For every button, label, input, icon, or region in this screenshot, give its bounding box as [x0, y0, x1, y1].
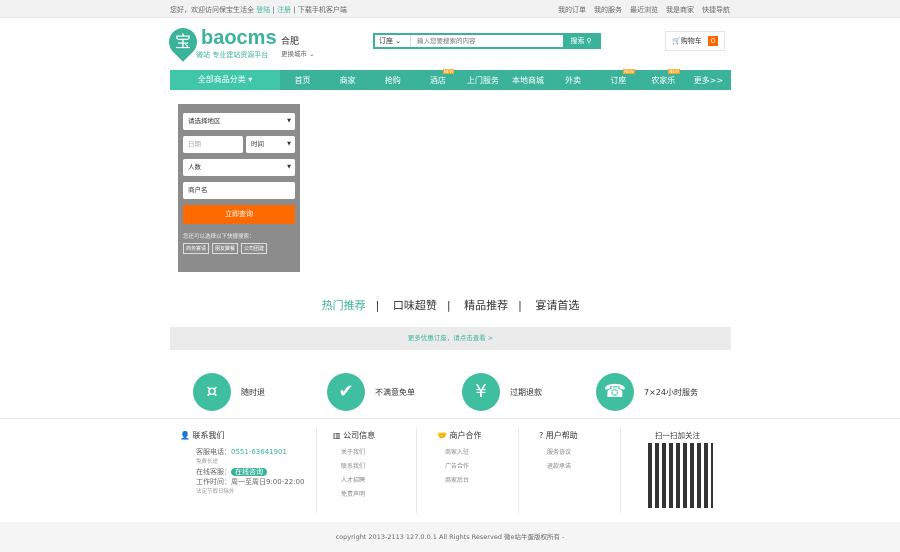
yen-icon: ¥: [462, 373, 500, 411]
query-button[interactable]: 立即查询: [183, 205, 295, 224]
new-badge: NEW: [668, 68, 680, 74]
footer-contact: 👤 联系我们 客服电话：0551-63641901 免费长途 在线客服： 在线咨询…: [180, 431, 305, 495]
new-badge: NEW: [442, 68, 455, 74]
footer-help: ? 用户帮助 服务协议 退款承诺: [539, 431, 578, 470]
footer-link[interactable]: 免责声明: [333, 489, 375, 498]
tab-taste[interactable]: 口味超赞: [393, 299, 437, 312]
footer-divider: [0, 418, 900, 419]
merchant-name-input[interactable]: 商户名: [183, 182, 295, 199]
handshake-icon: 🤝: [437, 431, 447, 440]
building-icon: ▥: [333, 431, 341, 440]
online-chat-button[interactable]: 在线咨询: [231, 468, 267, 476]
region-select[interactable]: 请选择地区 ▼: [183, 113, 295, 130]
footer-company: ▥ 公司信息 关于我们 联系我们 人才招聘 免责声明: [333, 431, 376, 498]
nav-home[interactable]: 首页: [280, 75, 325, 86]
search-type-select[interactable]: 订座 ⌄: [375, 35, 411, 47]
recommend-tabs: 热门推荐 | 口味超赞 | 精品推荐 | 宴请首选: [321, 299, 580, 312]
quick-tag[interactable]: 商务宴请: [183, 243, 210, 254]
cart-button[interactable]: 🛒购物车 0: [665, 31, 725, 51]
feature-24h-service: ☎ 7×24小时服务: [596, 373, 698, 411]
nav-local-mall[interactable]: 本地商城: [505, 75, 550, 86]
nav-merchants[interactable]: 商家: [325, 75, 370, 86]
register-link[interactable]: 注册: [277, 6, 291, 14]
quick-tag[interactable]: 公司团建: [241, 243, 268, 254]
footer-partner: 🤝 商户合作 商家入驻 广告合作 商家后台: [437, 431, 482, 484]
more-deals-link[interactable]: 更多优惠订座，请点击查看 >: [170, 327, 731, 350]
nav-home-service[interactable]: 上门服务: [460, 75, 505, 86]
tab-banquet[interactable]: 宴请首选: [535, 299, 579, 312]
people-select[interactable]: 人数 ▼: [183, 159, 295, 176]
nav-more[interactable]: 更多>>: [686, 75, 731, 86]
nav-reservation[interactable]: 订座 NEW: [596, 68, 641, 86]
copyright: copyright 2013-2113 127.0.0.1 All Rights…: [0, 522, 900, 552]
nav-farmstay[interactable]: 农家乐 NEW: [641, 68, 686, 86]
user-icon: 👤: [180, 431, 190, 440]
welcome-text: 您好，欢迎访问保宝生活全: [170, 6, 254, 14]
document-cancel-icon: ¤: [193, 373, 231, 411]
main-nav: 全部商品分类 ▾ 首页 商家 抢购 酒店 NEW 上门服务 本地商城 外卖 订座 N…: [170, 68, 731, 90]
qr-title: 扫一扫加关注: [655, 431, 700, 440]
brand-name[interactable]: baocms: [201, 27, 277, 50]
recent-link[interactable]: 最近浏览: [630, 5, 658, 15]
merchant-link[interactable]: 我是商家: [666, 5, 694, 15]
search-bar: 订座 ⌄ 搜索 ⚲: [373, 33, 601, 49]
top-bar: 您好，欢迎访问保宝生活全 登陆 | 注册 | 下载手机客户端 我的订单 我的服务…: [0, 0, 900, 18]
current-city: 合肥: [281, 37, 300, 47]
qr-code-icon: [648, 443, 713, 508]
footer-link[interactable]: 联系我们: [333, 461, 375, 470]
footer-link[interactable]: 商家入驻: [437, 447, 482, 456]
quick-search-hint: 您还可以选择以下快捷搜索：: [183, 234, 255, 240]
feature-expired-refund: ¥ 过期退款: [462, 373, 542, 411]
tab-hot[interactable]: 热门推荐: [322, 299, 366, 312]
cart-count: 0: [707, 36, 719, 46]
nav-takeout[interactable]: 外卖: [551, 75, 596, 86]
time-select[interactable]: 时间 ▼: [246, 136, 295, 153]
help-icon: ?: [539, 431, 544, 440]
reservation-form: 请选择地区 ▼ 日期 时间 ▼ 人数 ▼ 商户名 立即查询 您还可以选择以下快捷搜索：…: [178, 104, 300, 272]
date-input[interactable]: 日期: [183, 136, 243, 153]
cart-icon: 🛒: [672, 37, 681, 45]
footer-link[interactable]: 商家后台: [437, 475, 482, 484]
quick-nav-link[interactable]: 快捷导航: [702, 5, 730, 15]
new-badge: NEW: [623, 68, 635, 74]
search-icon: ⚲: [586, 38, 592, 45]
nav-groupbuy[interactable]: 抢购: [370, 75, 415, 86]
footer-link[interactable]: 服务协议: [539, 447, 578, 456]
all-categories-button[interactable]: 全部商品分类 ▾: [170, 70, 280, 90]
footer-link[interactable]: 退款承诺: [539, 461, 578, 470]
app-download-link[interactable]: 下载手机客户端: [298, 6, 347, 14]
check-icon: ✔: [327, 373, 365, 411]
footer-link[interactable]: 人才招聘: [333, 475, 375, 484]
phone-icon: ☎: [596, 373, 634, 411]
my-orders-link[interactable]: 我的订单: [558, 5, 586, 15]
tab-premium[interactable]: 精品推荐: [464, 299, 508, 312]
nav-hotel[interactable]: 酒店 NEW: [415, 68, 460, 86]
phone-number: 0551-63641901: [231, 448, 287, 456]
search-input[interactable]: [411, 35, 563, 47]
feature-satisfaction: ✔ 不满意免单: [327, 373, 415, 411]
footer-link[interactable]: 广告合作: [437, 461, 482, 470]
quick-tag[interactable]: 朋友聚餐: [212, 243, 239, 254]
change-city-link[interactable]: 更换城市 ⌄: [281, 48, 315, 58]
login-link[interactable]: 登陆: [256, 6, 270, 14]
footer-link[interactable]: 关于我们: [333, 447, 375, 456]
feature-refund-anytime: ¤ 随时退: [193, 373, 265, 411]
slogan: 微站 专业建站资源平台: [196, 51, 269, 59]
search-button[interactable]: 搜索 ⚲: [563, 35, 599, 47]
my-services-link[interactable]: 我的服务: [594, 5, 622, 15]
